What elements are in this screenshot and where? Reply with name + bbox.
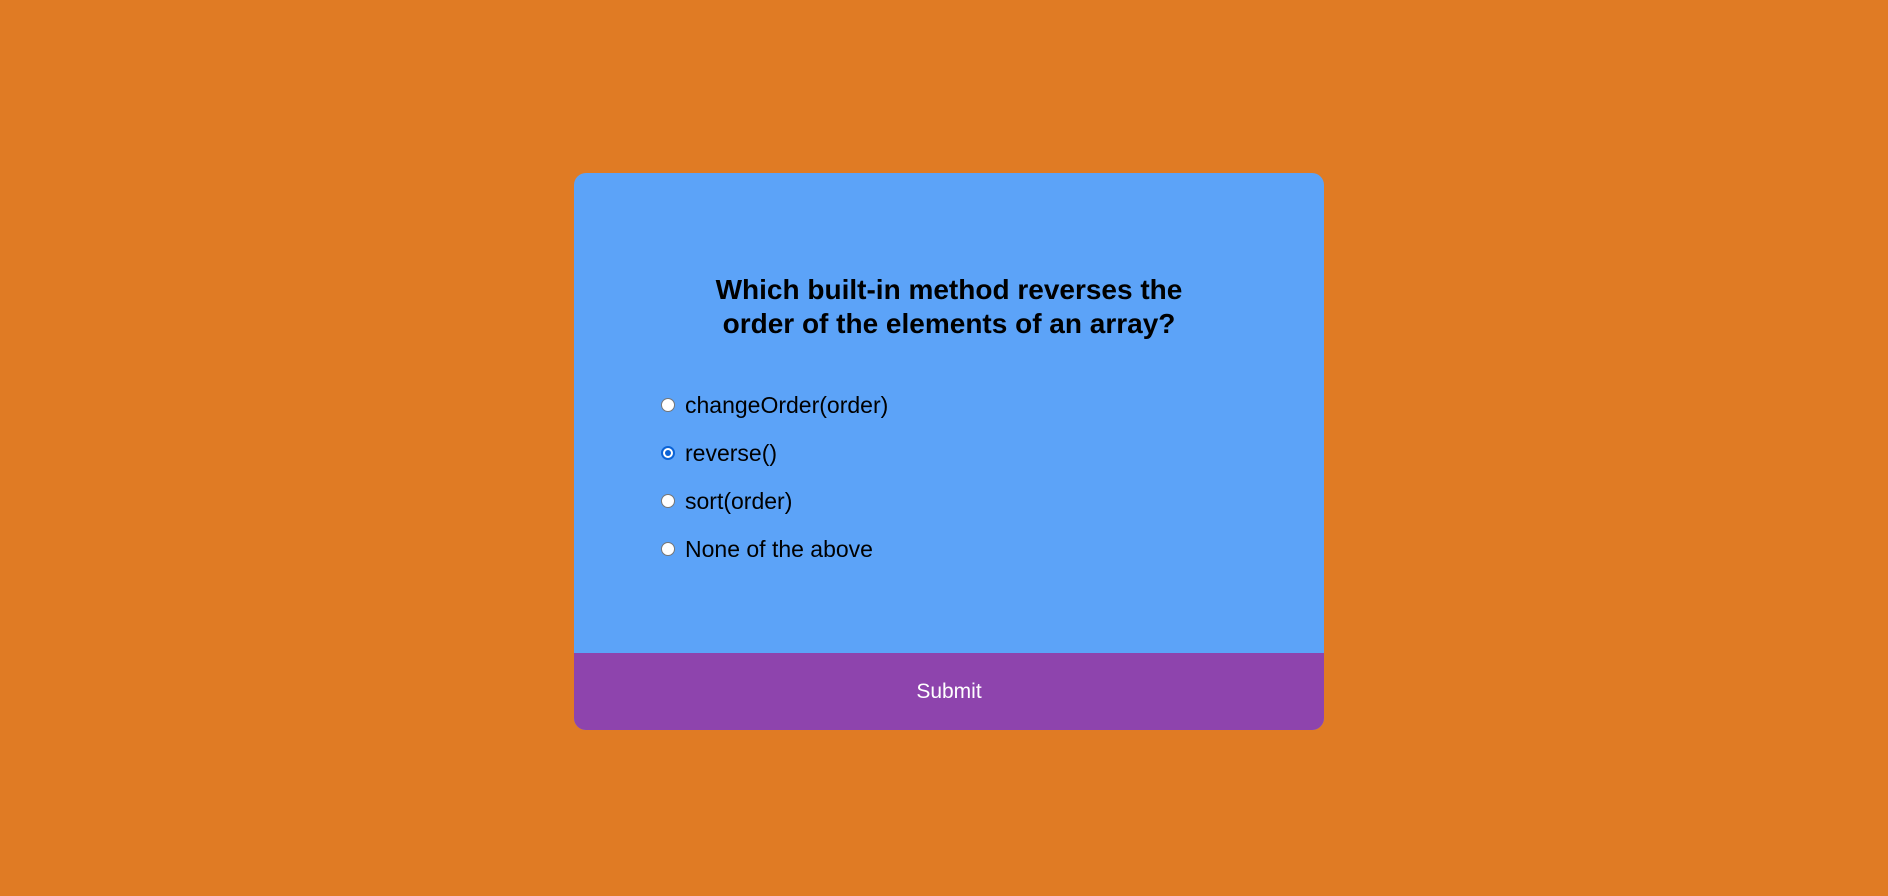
answer-label-none[interactable]: None of the above [685, 536, 873, 563]
answer-label-change-order[interactable]: changeOrder(order) [685, 392, 888, 419]
answer-option-sort[interactable]: sort(order) [661, 477, 888, 525]
answer-label-reverse[interactable]: reverse() [685, 440, 777, 467]
question-heading: Which built-in method reverses the order… [574, 273, 1324, 341]
question-text: Which built-in method reverses the order… [715, 274, 1183, 339]
answer-option-reverse[interactable]: reverse() [661, 429, 888, 477]
submit-button[interactable]: Submit [574, 653, 1324, 730]
answer-list: changeOrder(order) reverse() sort(order)… [661, 381, 888, 573]
quiz-card: Which built-in method reverses the order… [574, 173, 1324, 730]
quiz-body: Which built-in method reverses the order… [574, 173, 1324, 653]
answer-radio-none[interactable] [661, 542, 675, 556]
answer-radio-change-order[interactable] [661, 398, 675, 412]
answer-option-none[interactable]: None of the above [661, 525, 888, 573]
answer-radio-reverse[interactable] [661, 446, 675, 460]
answer-label-sort[interactable]: sort(order) [685, 488, 792, 515]
answer-option-change-order[interactable]: changeOrder(order) [661, 381, 888, 429]
answer-radio-sort[interactable] [661, 494, 675, 508]
